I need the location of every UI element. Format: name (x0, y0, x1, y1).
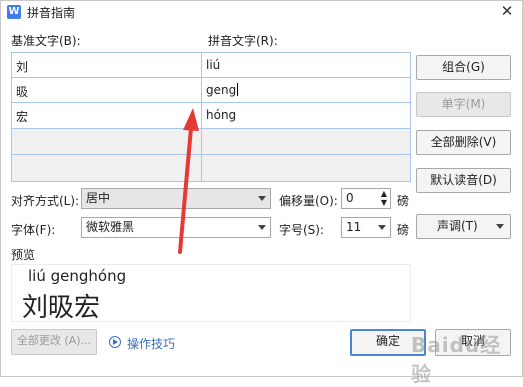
annotation-arrow (178, 108, 199, 254)
annotation-arrow-head (183, 108, 199, 131)
annotation-arrow-shaft (178, 126, 193, 254)
